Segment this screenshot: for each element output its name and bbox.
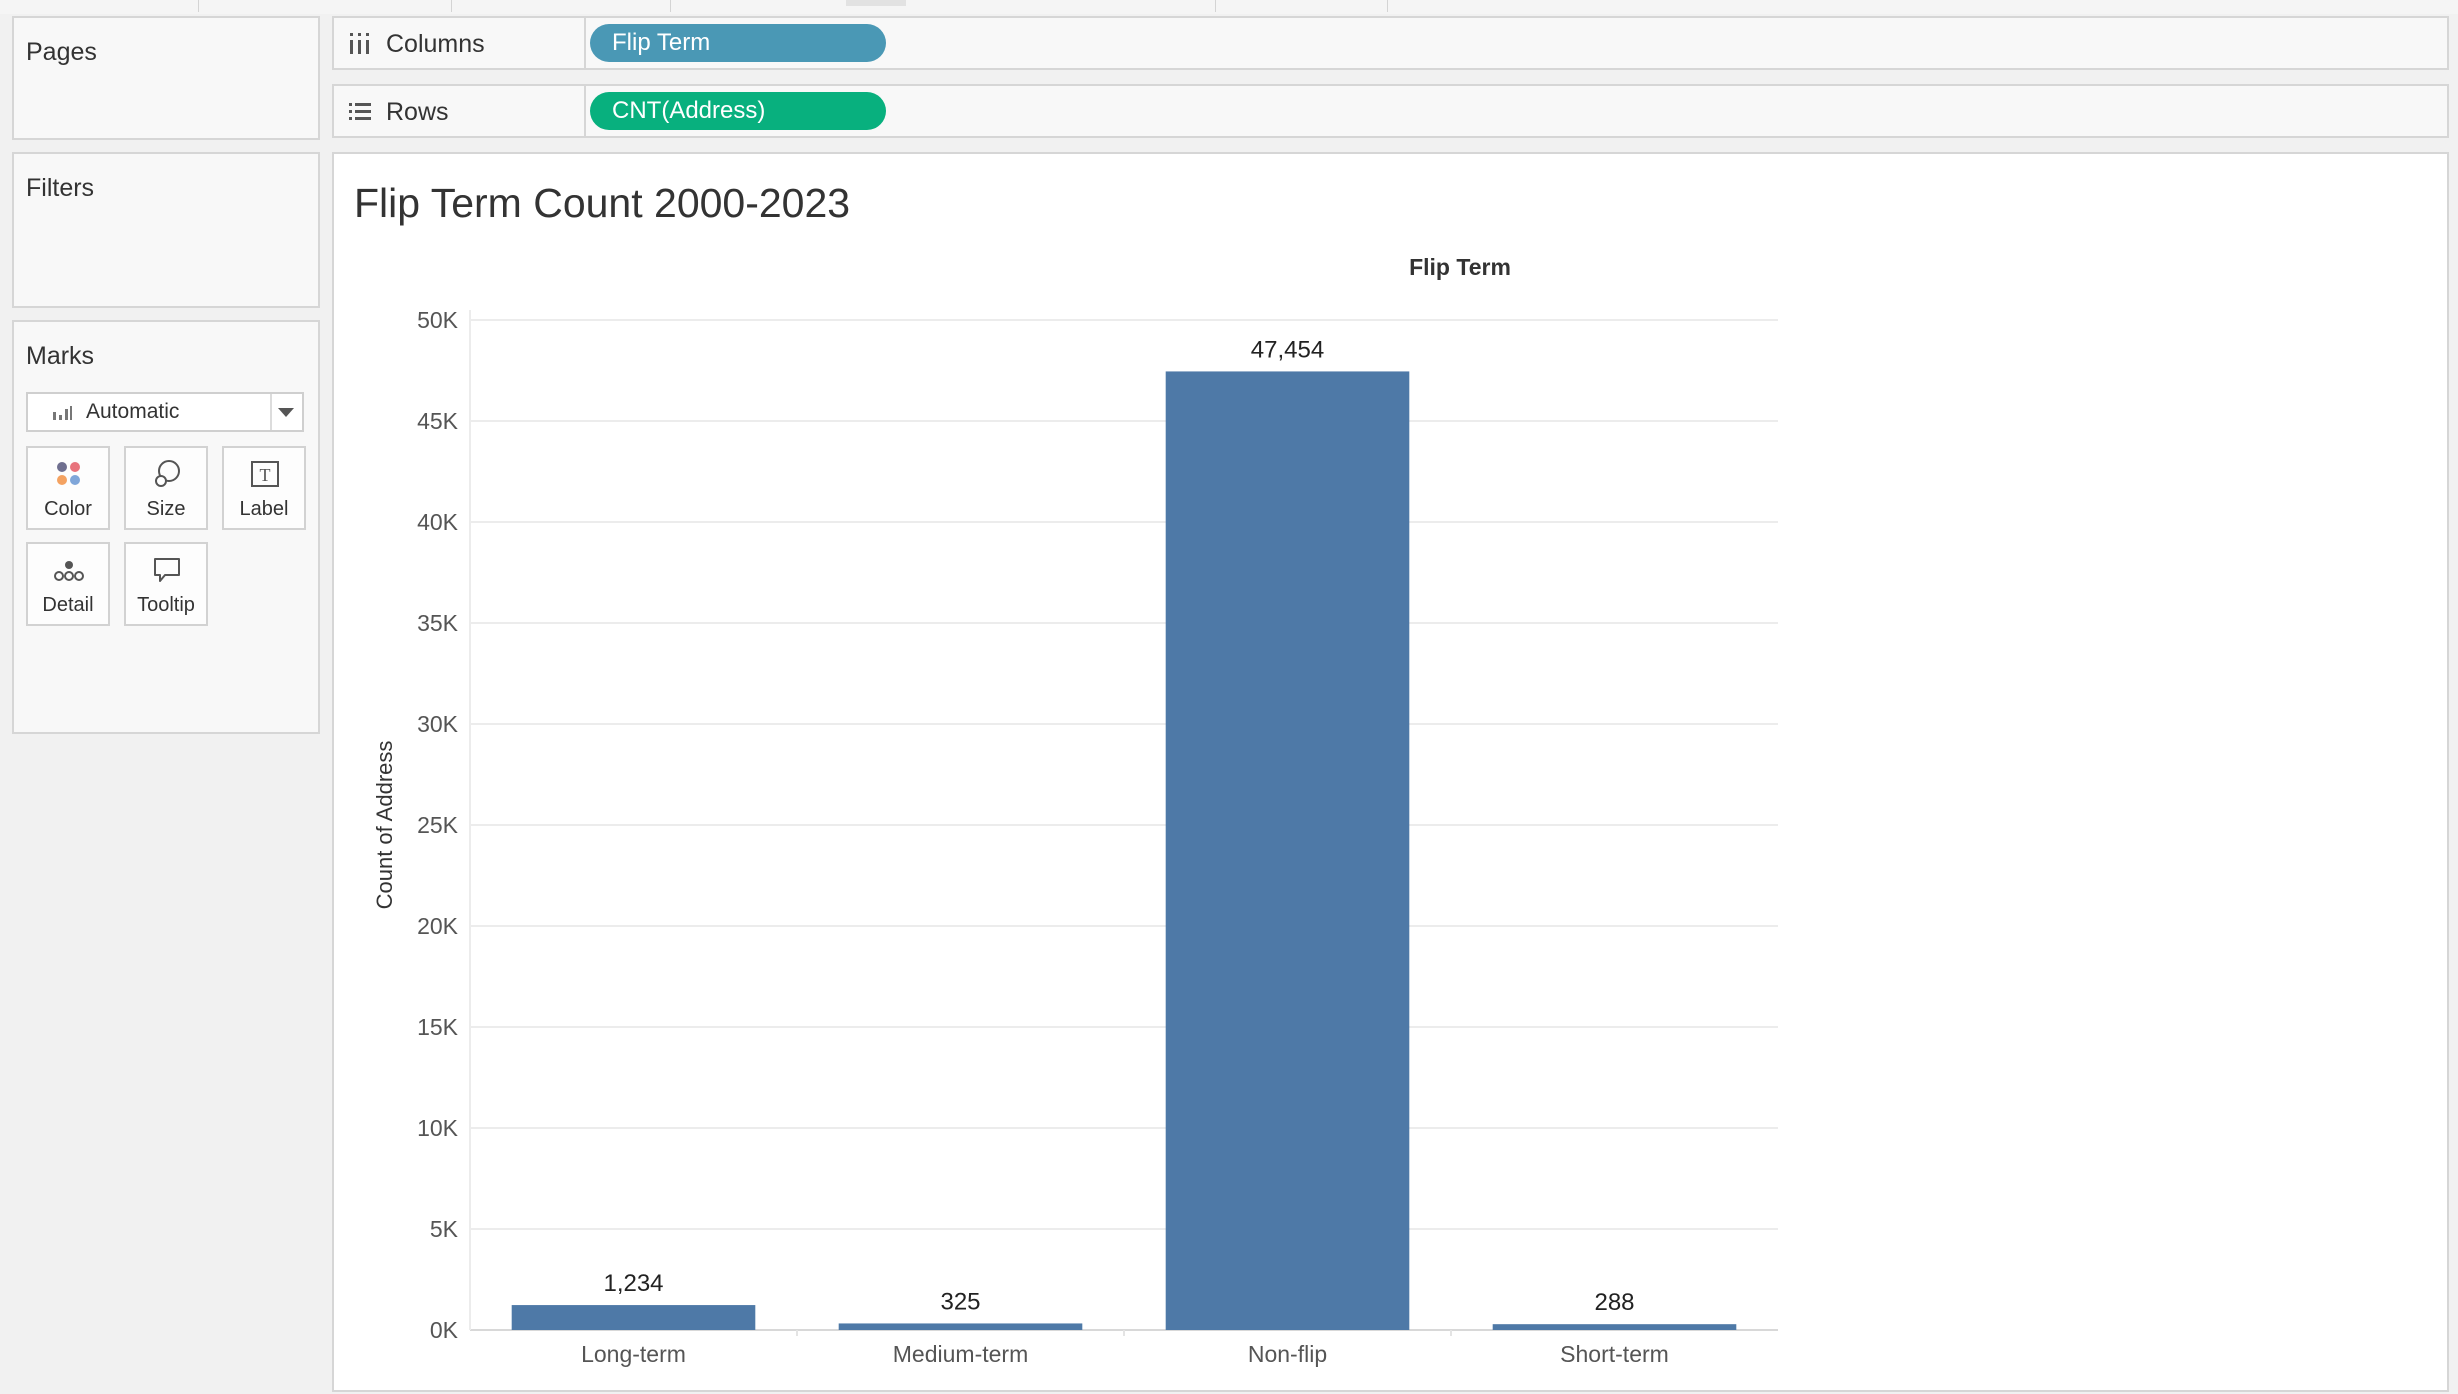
rows-shelf-label: Rows [334,86,586,136]
label-label: Label [239,498,289,520]
y-tick-label: 50K [417,307,459,333]
columns-icon [350,33,369,54]
flip-term-pill[interactable]: Flip Term [590,24,886,62]
detail-button[interactable]: Detail [26,542,110,626]
tab-divider [451,0,452,12]
label-icon: T [251,461,279,487]
detail-label: Detail [42,594,94,616]
label-button[interactable]: T Label [222,446,306,530]
y-tick-label: 45K [417,408,459,434]
bar-chart-icon [53,406,72,420]
y-tick-label: 25K [417,812,459,838]
pages-title: Pages [26,38,97,66]
dropdown-divider [270,394,272,430]
columns-shelf[interactable]: Columns Flip Term [332,16,2449,70]
tooltip-icon [154,558,180,582]
tab-divider [1387,0,1388,12]
bar-short-term [1492,1324,1737,1330]
color-icon [57,462,80,485]
size-label: Size [146,498,186,520]
y-tick-label: 0K [430,1317,459,1343]
rows-label: Rows [386,98,449,126]
columns-shelf-label: Columns [334,18,586,68]
y-axis-title: Count of Address [372,741,397,910]
y-tick-label: 5K [430,1216,459,1242]
x-tick-label: Long-term [581,1341,686,1367]
columns-label: Columns [386,30,485,58]
filters-shelf[interactable]: Filters [12,152,320,308]
mark-type-label: Automatic [86,400,180,423]
filters-title: Filters [26,174,95,202]
y-tick-label: 10K [417,1115,459,1141]
tab-divider [670,0,671,12]
data-label: 1,234 [603,1270,663,1297]
rows-shelf[interactable]: Rows CNT(Address) [332,84,2449,138]
viz-area: Flip Term Count 2000-2023 Flip Term 0K 5K… [332,152,2449,1392]
y-tick-label: 35K [417,610,459,636]
bar-non-flip [1165,371,1410,1330]
tab-divider [1215,0,1216,12]
bar-long-term [511,1305,756,1330]
top-tab-strip [0,0,2458,14]
x-tick-label: Short-term [1560,1341,1669,1367]
mark-type-dropdown[interactable]: Automatic [26,392,304,432]
tab-divider [198,0,199,12]
tooltip-button[interactable]: Tooltip [124,542,208,626]
pages-shelf[interactable]: Pages [12,16,320,140]
rows-icon [349,103,371,120]
marks-title: Marks [26,342,95,370]
y-tick-label: 30K [417,711,459,737]
x-tick-label: Non-flip [1248,1341,1327,1367]
data-label: 47,454 [1251,336,1324,363]
size-button[interactable]: Size [124,446,208,530]
chevron-down-icon[interactable] [278,408,294,417]
svg-text:T: T [260,465,271,485]
y-tick-label: 15K [417,1014,459,1040]
color-button[interactable]: Color [26,446,110,530]
tooltip-label: Tooltip [137,594,195,616]
bar-chart: 0K 5K 10K 15K 20K 25K 30K 35K 40K 45K 50K Count of … [372,307,1778,1367]
marks-card: Marks Automatic Color Size T Label Detai… [12,320,320,734]
y-tick-label: 40K [417,509,459,535]
detail-icon [54,561,84,581]
x-tick-label: Medium-term [893,1341,1028,1367]
active-tab-indicator [846,0,906,6]
data-label: 325 [940,1288,980,1315]
y-tick-label: 20K [417,913,459,939]
data-label: 288 [1594,1289,1634,1316]
color-label: Color [44,498,92,520]
bar-medium-term [838,1323,1083,1330]
cnt-address-pill[interactable]: CNT(Address) [590,92,886,130]
size-icon [155,460,180,487]
